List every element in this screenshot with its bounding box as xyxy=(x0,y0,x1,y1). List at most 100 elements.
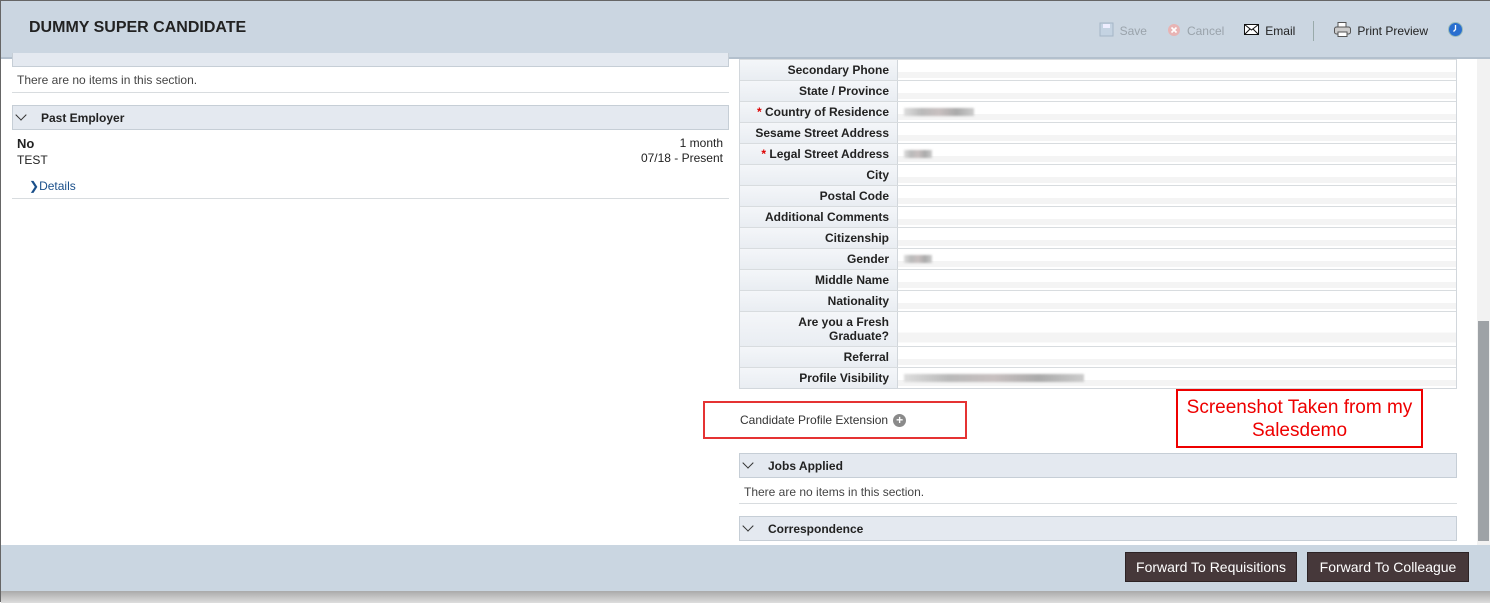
divider xyxy=(12,198,729,199)
field-label-text: Secondary Phone xyxy=(787,63,889,77)
divider xyxy=(739,503,1457,504)
cancel-button[interactable]: Cancel xyxy=(1167,23,1224,40)
section-title: Correspondence xyxy=(768,521,864,536)
email-button[interactable]: Email xyxy=(1244,24,1295,38)
field-value xyxy=(898,144,1456,164)
field-label: Nationality xyxy=(740,291,898,311)
field-value xyxy=(898,347,1456,367)
footer-bar: Forward To Requisitions Forward To Colle… xyxy=(1,545,1490,591)
required-marker: * xyxy=(756,105,762,119)
toolbar: Save Cancel Email Print Preview xyxy=(1085,21,1463,41)
chevron-right-icon: ❯ xyxy=(29,179,40,193)
cancel-icon xyxy=(1167,23,1181,40)
print-preview-button[interactable]: Print Preview xyxy=(1334,22,1428,40)
profile-field-row: Middle Name xyxy=(740,269,1456,290)
field-value xyxy=(898,228,1456,248)
page-header: DUMMY SUPER CANDIDATE Save Cancel Email … xyxy=(1,1,1490,59)
save-icon xyxy=(1099,22,1114,40)
candidate-profile-extension[interactable]: Candidate Profile Extension + xyxy=(703,401,967,439)
field-label: Postal Code xyxy=(740,186,898,206)
printer-icon xyxy=(1334,22,1352,40)
scrollbar-thumb[interactable] xyxy=(1478,321,1489,541)
field-value xyxy=(898,60,1456,80)
field-label: * Country of Residence xyxy=(740,102,898,122)
field-label: Additional Comments xyxy=(740,207,898,227)
details-label: Details xyxy=(39,179,76,193)
field-label: Secondary Phone xyxy=(740,60,898,80)
profile-field-row: Nationality xyxy=(740,290,1456,311)
empty-section-text: There are no items in this section. xyxy=(17,73,198,87)
field-label-text: Sesame Street Address xyxy=(755,126,889,140)
section-header-collapsed xyxy=(12,53,729,67)
extension-label: Candidate Profile Extension xyxy=(740,413,889,427)
field-label: Are you a Fresh Graduate? xyxy=(740,312,898,346)
field-label-text: State / Province xyxy=(798,84,889,98)
save-label: Save xyxy=(1119,24,1147,38)
field-value xyxy=(898,165,1456,185)
profile-field-row: City xyxy=(740,164,1456,185)
field-label-text: Legal Street Address xyxy=(769,147,889,161)
field-value xyxy=(898,186,1456,206)
details-link[interactable]: ❯Details xyxy=(29,179,76,193)
section-title: Past Employer xyxy=(41,110,125,125)
field-value xyxy=(898,368,1456,388)
field-label-text: Are you a Fresh Graduate? xyxy=(798,315,889,343)
chevron-down-icon xyxy=(742,456,754,469)
field-label: Gender xyxy=(740,249,898,269)
field-label: Middle Name xyxy=(740,270,898,290)
employer-name: No xyxy=(17,136,35,151)
profile-field-row: State / Province xyxy=(740,80,1456,101)
field-label-text: Nationality xyxy=(827,294,889,308)
profile-fields-table: Secondary Phone State / Province * Country… xyxy=(739,59,1457,389)
field-value xyxy=(898,123,1456,143)
redacted-value xyxy=(904,255,932,263)
employment-duration: 1 month xyxy=(679,136,723,150)
forward-to-colleague-button[interactable]: Forward To Colleague xyxy=(1307,552,1469,582)
scrollbar[interactable] xyxy=(1477,59,1490,545)
past-employer-header[interactable]: Past Employer xyxy=(12,105,729,130)
field-value xyxy=(898,81,1456,101)
toolbar-divider xyxy=(1313,21,1315,41)
field-label-text: Referral xyxy=(843,350,889,364)
chevron-down-icon xyxy=(742,519,754,532)
field-value xyxy=(898,207,1456,227)
jobs-applied-header[interactable]: Jobs Applied xyxy=(739,453,1457,478)
employment-dates: 07/18 - Present xyxy=(640,151,723,165)
field-value xyxy=(898,291,1456,311)
required-marker: * xyxy=(761,147,767,161)
help-clock-button[interactable] xyxy=(1448,22,1463,40)
field-value xyxy=(898,270,1456,290)
profile-field-row: Referral xyxy=(740,346,1456,367)
field-value xyxy=(898,249,1456,269)
field-label: Sesame Street Address xyxy=(740,123,898,143)
field-label-text: Gender xyxy=(846,252,889,266)
save-button[interactable]: Save xyxy=(1099,22,1147,40)
field-label: City xyxy=(740,165,898,185)
plus-circle-icon[interactable]: + xyxy=(893,413,907,427)
field-label: Profile Visibility xyxy=(740,368,898,388)
field-label: * Legal Street Address xyxy=(740,144,898,164)
envelope-icon xyxy=(1244,24,1260,38)
field-label-text: Postal Code xyxy=(819,189,889,203)
redacted-value xyxy=(904,374,1084,382)
clock-icon xyxy=(1448,22,1463,40)
divider xyxy=(12,92,729,93)
chevron-down-icon xyxy=(15,108,27,121)
forward-to-requisitions-button[interactable]: Forward To Requisitions xyxy=(1125,552,1297,582)
field-label-text: Country of Residence xyxy=(764,105,889,119)
field-value xyxy=(898,102,1456,122)
empty-section-text: There are no items in this section. xyxy=(744,485,925,499)
field-label-text: City xyxy=(866,168,889,182)
employer-title: TEST xyxy=(17,153,48,167)
profile-field-row: Gender xyxy=(740,248,1456,269)
redacted-value xyxy=(904,108,974,116)
profile-field-row: Additional Comments xyxy=(740,206,1456,227)
field-label: Referral xyxy=(740,347,898,367)
page-title: DUMMY SUPER CANDIDATE xyxy=(29,19,247,36)
profile-field-row: Postal Code xyxy=(740,185,1456,206)
profile-field-row: Profile Visibility xyxy=(740,367,1456,388)
correspondence-header[interactable]: Correspondence xyxy=(739,516,1457,541)
field-label-text: Middle Name xyxy=(814,273,889,287)
cancel-label: Cancel xyxy=(1186,24,1225,38)
field-label-text: Citizenship xyxy=(824,231,889,245)
